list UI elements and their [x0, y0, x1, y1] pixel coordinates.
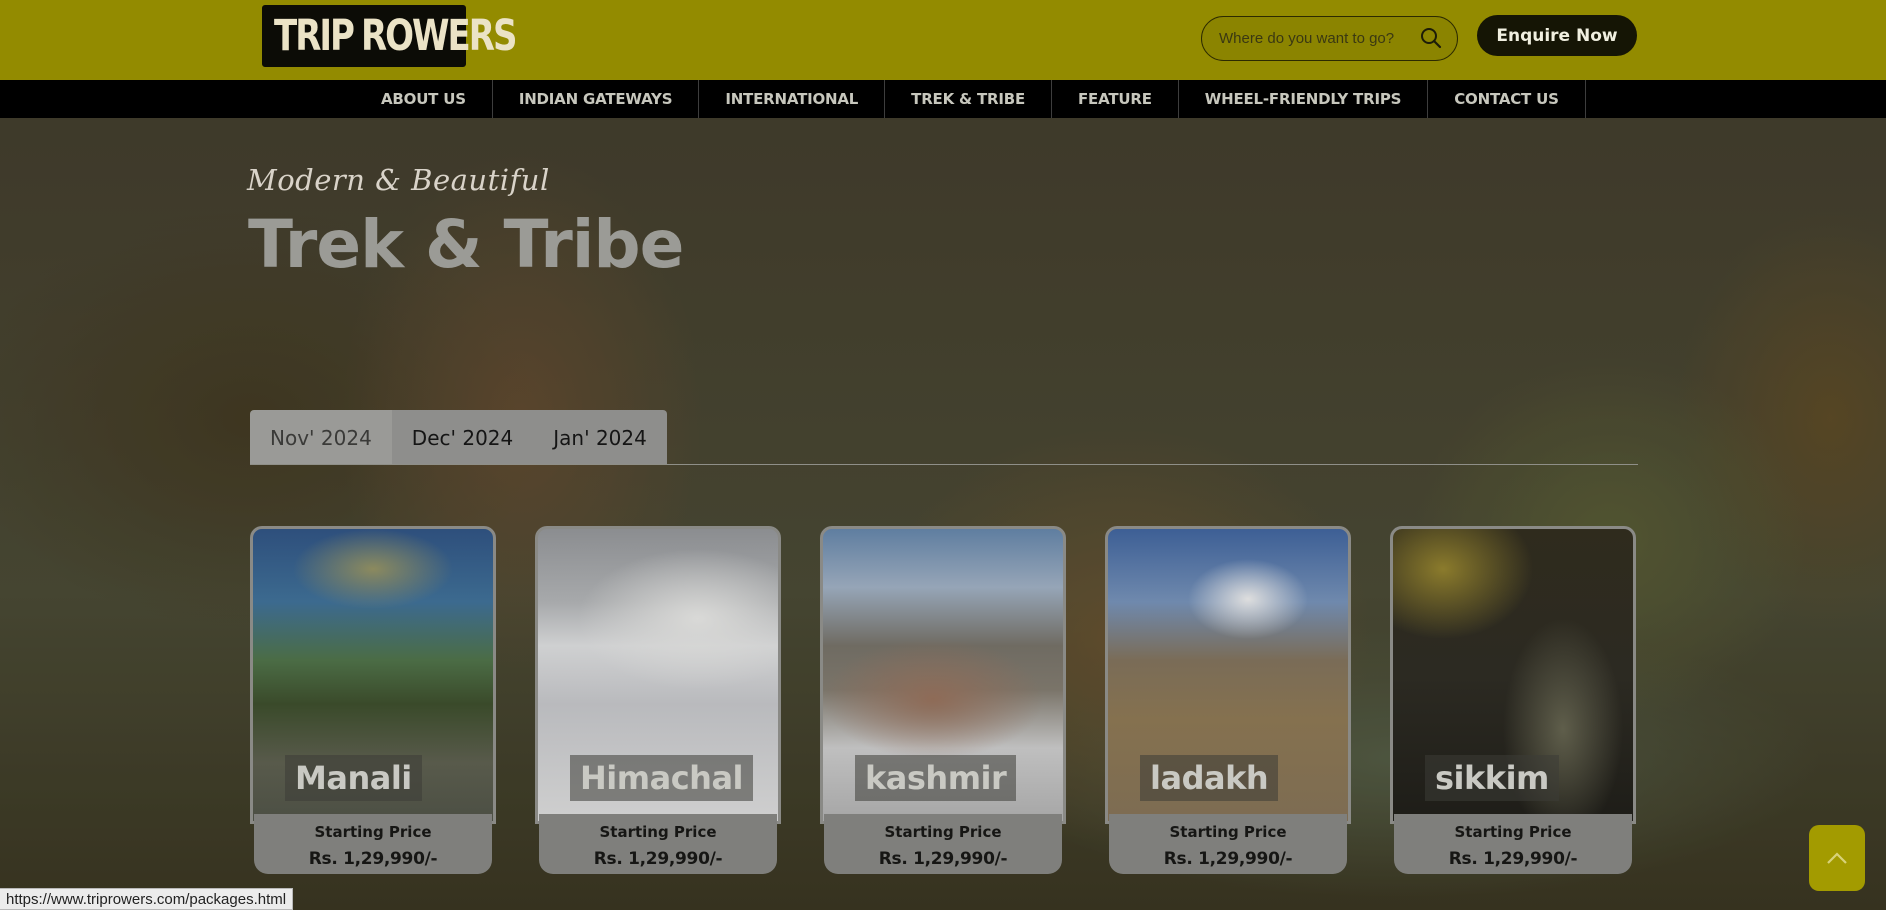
card-price-box: Starting Price Rs. 1,29,990/-: [539, 814, 777, 874]
hero-tagline: Modern & Beautiful: [247, 163, 550, 197]
nav-international[interactable]: INTERNATIONAL: [699, 80, 886, 118]
card-price-box: Starting Price Rs. 1,29,990/-: [254, 814, 492, 874]
tab-jan-2024[interactable]: Jan' 2024: [533, 410, 667, 465]
header: TRIP ROWERS Enquire Now: [0, 0, 1886, 80]
nav-feature[interactable]: FEATURE: [1052, 80, 1179, 118]
month-tabs: Nov' 2024 Dec' 2024 Jan' 2024: [250, 410, 667, 465]
hero-section: Modern & Beautiful Trek & Tribe Nov' 202…: [0, 118, 1886, 910]
nav-about-us[interactable]: ABOUT US: [355, 80, 493, 118]
search-input[interactable]: [1219, 30, 1415, 47]
tabs-divider: [250, 464, 1638, 465]
price-value: Rs. 1,29,990/-: [593, 849, 723, 869]
logo-text-rowers: ROWERS: [360, 11, 517, 61]
card-himachal[interactable]: Himachal Starting Price Rs. 1,29,990/-: [535, 526, 781, 874]
card-price-box: Starting Price Rs. 1,29,990/-: [824, 814, 1062, 874]
card-title: sikkim: [1425, 755, 1559, 801]
search-icon[interactable]: [1419, 26, 1443, 50]
price-label: Starting Price: [1169, 823, 1287, 841]
nav-indian-gateways[interactable]: INDIAN GATEWAYS: [493, 80, 700, 118]
chevron-up-icon: [1827, 852, 1847, 864]
price-label: Starting Price: [314, 823, 432, 841]
nav-trek-and-tribe[interactable]: TREK & TRIBE: [885, 80, 1052, 118]
nav-items: ABOUT US INDIAN GATEWAYS INTERNATIONAL T…: [355, 80, 1586, 118]
back-to-top-button[interactable]: [1809, 825, 1865, 891]
logo[interactable]: TRIP ROWERS: [262, 5, 517, 67]
card-image: kashmir: [820, 526, 1066, 824]
card-image: sikkim: [1390, 526, 1636, 824]
price-value: Rs. 1,29,990/-: [878, 849, 1008, 869]
card-kashmir[interactable]: kashmir Starting Price Rs. 1,29,990/-: [820, 526, 1066, 874]
tab-nov-2024[interactable]: Nov' 2024: [250, 410, 392, 465]
card-manali[interactable]: Manali Starting Price Rs. 1,29,990/-: [250, 526, 496, 874]
nav-contact-us[interactable]: CONTACT US: [1428, 80, 1586, 118]
card-image: Himachal: [535, 526, 781, 824]
enquire-now-button[interactable]: Enquire Now: [1477, 15, 1637, 56]
price-value: Rs. 1,29,990/-: [1163, 849, 1293, 869]
price-value: Rs. 1,29,990/-: [1448, 849, 1578, 869]
price-label: Starting Price: [599, 823, 717, 841]
price-value: Rs. 1,29,990/-: [308, 849, 438, 869]
search-box: [1201, 16, 1458, 61]
price-label: Starting Price: [1454, 823, 1572, 841]
card-title: ladakh: [1140, 755, 1279, 801]
card-title: Manali: [285, 755, 422, 801]
destination-cards: Manali Starting Price Rs. 1,29,990/- Him…: [250, 526, 1638, 910]
card-title: Himachal: [570, 755, 753, 801]
logo-text-trip: TRIP: [274, 11, 355, 61]
card-sikkim[interactable]: sikkim Starting Price Rs. 1,29,990/-: [1390, 526, 1636, 874]
status-bar-url: https://www.triprowers.com/packages.html: [0, 888, 294, 910]
card-price-box: Starting Price Rs. 1,29,990/-: [1394, 814, 1632, 874]
card-title: kashmir: [855, 755, 1017, 801]
tab-dec-2024[interactable]: Dec' 2024: [391, 410, 534, 465]
price-label: Starting Price: [884, 823, 1002, 841]
main-nav: ABOUT US INDIAN GATEWAYS INTERNATIONAL T…: [0, 80, 1886, 118]
card-image: Manali: [250, 526, 496, 824]
page-title: Trek & Tribe: [248, 206, 684, 283]
card-ladakh[interactable]: ladakh Starting Price Rs. 1,29,990/-: [1105, 526, 1351, 874]
nav-wheel-friendly-trips[interactable]: WHEEL-FRIENDLY TRIPS: [1179, 80, 1429, 118]
card-image: ladakh: [1105, 526, 1351, 824]
card-price-box: Starting Price Rs. 1,29,990/-: [1109, 814, 1347, 874]
